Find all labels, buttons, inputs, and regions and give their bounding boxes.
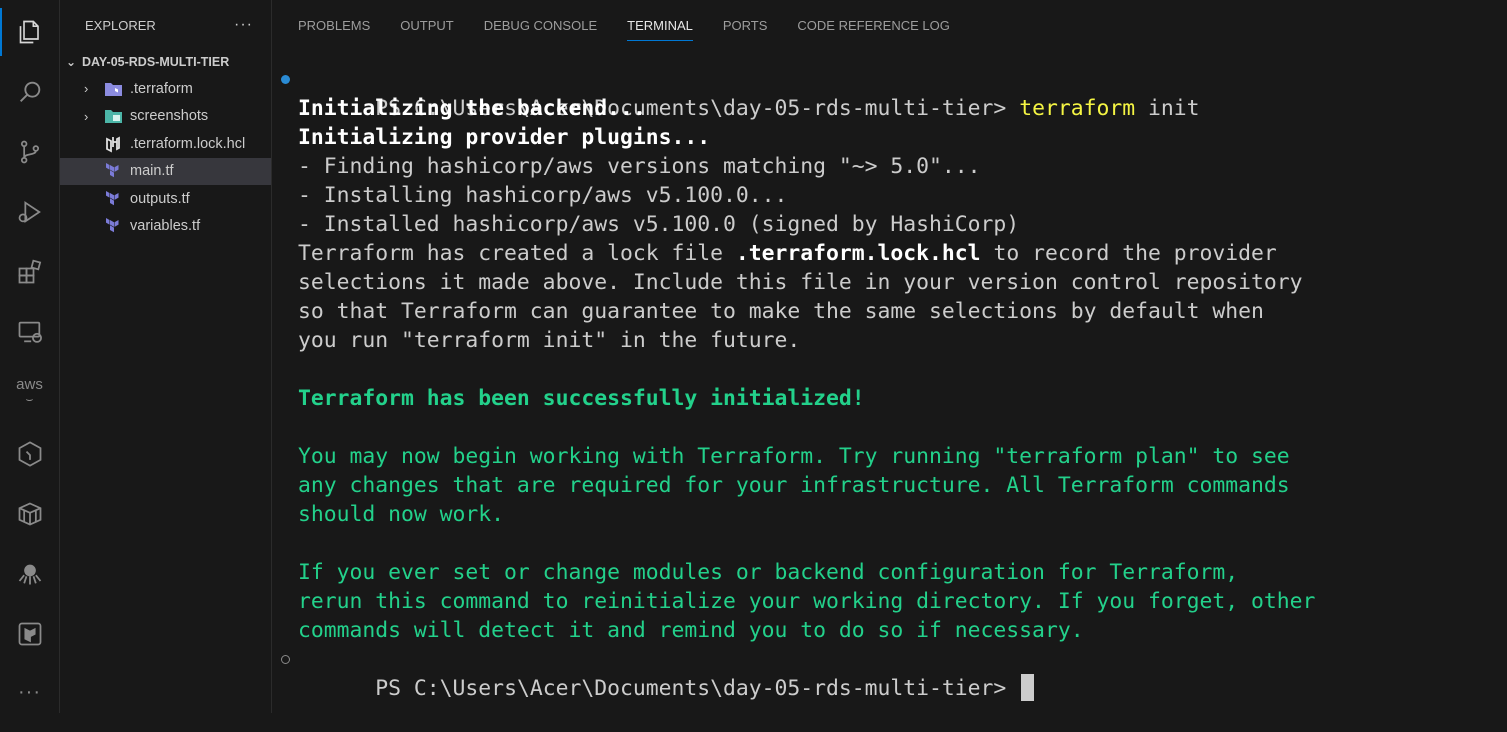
prompt-text: PS C:\Users\Acer\Documents\day-05-rds-mu…: [375, 676, 1020, 701]
workspace-folder[interactable]: ⌄ DAY-05-RDS-MULTI-TIER: [60, 50, 271, 74]
tree-item-label: screenshots: [130, 108, 209, 125]
terminal-line: so that Terraform can guarantee to make …: [298, 299, 1264, 324]
tree-item-variables-tf[interactable]: variables.tf: [60, 213, 271, 241]
tab-problems[interactable]: PROBLEMS: [298, 0, 370, 40]
search-icon[interactable]: [0, 68, 59, 116]
terraform-file-icon: [104, 190, 122, 208]
hcl-file-icon: [104, 135, 122, 153]
tree-item-label: variables.tf: [130, 218, 201, 235]
terminal-line: should now work.: [298, 502, 505, 527]
chevron-right-icon: ›: [84, 81, 89, 97]
terminal-text: Terraform has created a lock file: [298, 241, 736, 266]
octopus-icon[interactable]: [0, 550, 59, 598]
terminal-line: PS C:\Users\Acer\Documents\day-05-rds-mu…: [272, 645, 1507, 701]
terminal-cursor: [1021, 674, 1035, 701]
tree-item-outputs-tf[interactable]: outputs.tf: [60, 185, 271, 213]
terminal-line: - Finding hashicorp/aws versions matchin…: [298, 154, 981, 179]
tab-output[interactable]: OUTPUT: [400, 0, 453, 40]
terminal-line: rerun this command to reinitialize your …: [298, 589, 1316, 614]
explorer-sidebar: EXPLORER ··· ⌄ DAY-05-RDS-MULTI-TIER › .…: [60, 0, 272, 713]
terminal-line: Terraform has created a lock file .terra…: [272, 239, 1507, 268]
command-idle-icon[interactable]: [281, 655, 290, 664]
folder-image-icon: [104, 107, 122, 125]
terminal-line: any changes that are required for your i…: [298, 473, 1290, 498]
more-icon[interactable]: ···: [0, 668, 59, 716]
terminal-line: PS C:\Users\Acer\Documents\day-05-rds-mu…: [272, 65, 1507, 121]
lock-file-name: .terraform.lock.hcl: [735, 241, 981, 266]
terminal-line: - Installed hashicorp/aws v5.100.0 (sign…: [298, 212, 1020, 237]
explorer-icon[interactable]: [0, 8, 59, 56]
folder-icon: [104, 80, 122, 98]
terminal-line: If you ever set or change modules or bac…: [298, 560, 1239, 585]
terminal-line: Initializing the backend...: [298, 96, 646, 121]
tree-item-main-tf[interactable]: main.tf: [60, 157, 271, 185]
command-success-icon[interactable]: [281, 75, 290, 84]
terminal-line: selections it made above. Include this f…: [298, 270, 1303, 295]
extensions-icon[interactable]: [0, 248, 59, 296]
terminal-line: you run "terraform init" in the future.: [298, 328, 801, 353]
tab-terminal[interactable]: TERMINAL: [627, 0, 693, 41]
run-debug-icon[interactable]: [0, 188, 59, 236]
tree-item-terraform-folder[interactable]: › .terraform: [60, 75, 271, 103]
panel-tabs: PROBLEMS OUTPUT DEBUG CONSOLE TERMINAL P…: [272, 0, 1507, 52]
tree-item-label: .terraform: [130, 80, 193, 97]
terraform-file-icon: [104, 162, 122, 180]
explorer-header: EXPLORER ···: [60, 0, 271, 50]
terraform-file-icon: [104, 217, 122, 235]
tab-code-reference-log[interactable]: CODE REFERENCE LOG: [797, 0, 949, 40]
explorer-title: EXPLORER: [85, 17, 156, 33]
tree-item-screenshots-folder[interactable]: › screenshots: [60, 103, 271, 131]
chevron-right-icon: ›: [84, 108, 89, 124]
workspace-folder-label: DAY-05-RDS-MULTI-TIER: [82, 55, 230, 69]
terminal-text: to record the provider: [980, 241, 1277, 266]
tree-item-label: main.tf: [130, 163, 174, 180]
container-icon[interactable]: [0, 490, 59, 538]
terminal-line: Initializing provider plugins...: [298, 125, 711, 150]
bottom-panel: PROBLEMS OUTPUT DEBUG CONSOLE TERMINAL P…: [272, 0, 1507, 713]
terminal-line: - Installing hashicorp/aws v5.100.0...: [298, 183, 788, 208]
terminal-line: commands will detect it and remind you t…: [298, 618, 1084, 643]
tree-item-label: .terraform.lock.hcl: [130, 135, 246, 152]
explorer-more-button[interactable]: ···: [234, 16, 253, 34]
terraform-icon[interactable]: [0, 610, 59, 658]
tab-debug-console[interactable]: DEBUG CONSOLE: [484, 0, 597, 40]
terminal-output[interactable]: PS C:\Users\Acer\Documents\day-05-rds-mu…: [272, 65, 1507, 701]
terminal-success-line: Terraform has been successfully initiali…: [298, 386, 865, 411]
chevron-down-icon: ⌄: [66, 55, 77, 69]
source-control-icon[interactable]: [0, 128, 59, 176]
aws-icon[interactable]: aws ⌣: [0, 368, 59, 416]
tree-item-label: outputs.tf: [130, 190, 190, 207]
activity-bar: aws ⌣ ···: [0, 0, 60, 713]
terminal-line: You may now begin working with Terraform…: [298, 444, 1290, 469]
remote-explorer-icon[interactable]: [0, 308, 59, 356]
tree-item-lock-file[interactable]: .terraform.lock.hcl: [60, 130, 271, 158]
hexagon-icon[interactable]: [0, 430, 59, 478]
tab-ports[interactable]: PORTS: [723, 0, 768, 40]
